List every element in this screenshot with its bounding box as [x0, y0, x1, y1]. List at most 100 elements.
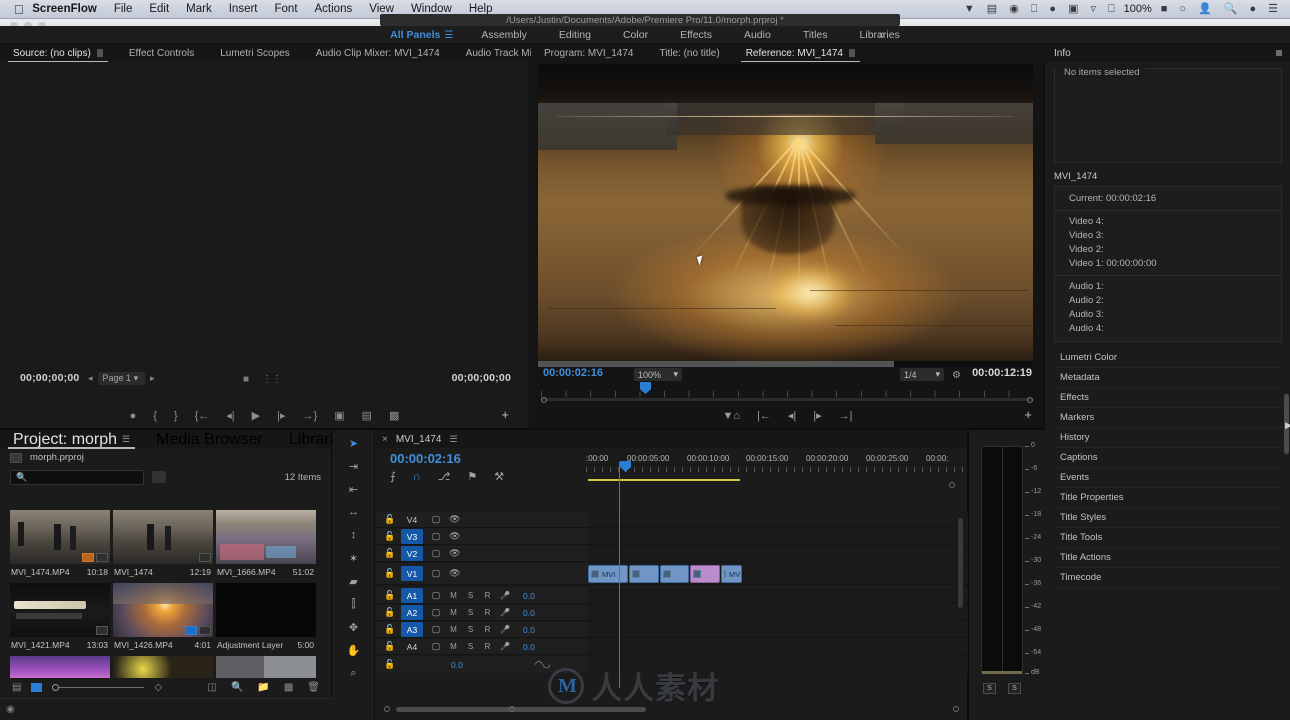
volume-a4[interactable]: 0.0 — [523, 642, 535, 652]
apple-icon[interactable]:  — [14, 3, 24, 16]
program-duration-timecode[interactable]: 00:00:12:19 — [972, 367, 1032, 379]
thumbnail[interactable] — [216, 656, 316, 678]
lock-icon[interactable]: 🔓 — [384, 531, 395, 542]
step-forward-icon[interactable]: |▸ — [277, 409, 285, 422]
panel-title-styles[interactable]: Title Styles — [1054, 508, 1282, 528]
slide-tool[interactable]: ⫿ — [345, 597, 363, 611]
export-frame-icon[interactable]: ▩ — [389, 409, 399, 422]
workspace-all-panels[interactable]: All Panels — [374, 29, 444, 41]
timeline-vertical-scrollbar[interactable] — [958, 518, 963, 608]
microphone-icon[interactable]: 🎤 — [500, 625, 510, 634]
panel-captions[interactable]: Captions — [1054, 448, 1282, 468]
thumbnail[interactable] — [113, 583, 213, 637]
selection-tool[interactable]: ➤ — [345, 436, 363, 450]
hamburger-icon[interactable]: ☰ — [122, 434, 130, 445]
panel-title-properties[interactable]: Title Properties — [1054, 488, 1282, 508]
thumbnail[interactable] — [113, 656, 213, 678]
timeline-horizontal-scrollbar[interactable] — [396, 707, 646, 712]
target-track-icon[interactable]: ▢ — [431, 590, 441, 601]
sequence-tab-label[interactable]: MVI_1474 — [396, 434, 442, 445]
drag-handle-icon[interactable] — [96, 49, 103, 57]
work-area-bar[interactable] — [588, 479, 740, 481]
tab-reference[interactable]: Reference: MVI_1474 — [733, 44, 868, 62]
playback-resolution-select[interactable]: 1/4 ▾ — [900, 368, 944, 381]
timeline-playhead-timecode[interactable]: 00:00:02:16 — [390, 451, 461, 466]
step-back-icon[interactable]: ◂| — [226, 409, 234, 422]
record-button-a2[interactable]: R — [483, 608, 492, 617]
tab-audio-clip-mixer[interactable]: Audio Clip Mixer: MVI_1474 — [303, 44, 453, 62]
menu-file[interactable]: File — [105, 3, 141, 15]
menu-insert[interactable]: Insert — [220, 3, 266, 15]
zoom-level-select[interactable]: 100% ▾ — [634, 368, 682, 381]
hamburger-icon[interactable]: ☰ — [449, 434, 457, 445]
panel-metadata[interactable]: Metadata — [1054, 368, 1282, 388]
lock-icon[interactable]: 🔓 — [384, 659, 395, 670]
mark-out-icon[interactable]: } — [174, 410, 178, 422]
tab-effect-controls[interactable]: Effect Controls — [116, 44, 207, 62]
settings-square-icon[interactable]: ■ — [243, 374, 249, 385]
page-select[interactable]: Page 1 ▾ — [97, 371, 146, 385]
microphone-icon[interactable]: 🎤 — [500, 591, 510, 600]
lock-icon[interactable]: 🔓 — [384, 548, 395, 559]
tab-title[interactable]: Title: (no title) — [647, 44, 733, 62]
program-button-editor-icon[interactable]: + — [1024, 407, 1032, 422]
multicam-icon[interactable]: ⋮⋮ — [262, 374, 282, 385]
workspace-effects[interactable]: Effects — [664, 29, 728, 41]
close-icon[interactable]: × — [382, 434, 388, 445]
menu-actions[interactable]: Actions — [306, 3, 361, 15]
display-icon[interactable]: ▤ — [981, 3, 1003, 15]
workspace-assembly[interactable]: Assembly — [465, 29, 543, 41]
project-item[interactable]: MVI_1474 12:19 — [113, 510, 215, 583]
panel-timecode[interactable]: Timecode — [1054, 568, 1282, 588]
user-icon[interactable]: 👤 — [1192, 3, 1218, 15]
lock-icon[interactable]: 🔓 — [384, 607, 395, 618]
menu-font[interactable]: Font — [266, 3, 306, 15]
workspace-color[interactable]: Color — [607, 29, 664, 41]
solo-button-a1[interactable]: S — [466, 591, 475, 600]
overwrite-icon[interactable]: ▤ — [362, 409, 372, 422]
solo-button-a2[interactable]: S — [466, 608, 475, 617]
master-volume[interactable]: 0.0 — [451, 660, 463, 670]
program-monitor-video[interactable] — [538, 64, 1033, 361]
rate-stretch-tool[interactable]: ↕ — [345, 528, 363, 542]
tab-lumetri-scopes[interactable]: Lumetri Scopes — [207, 44, 302, 62]
microphone-icon[interactable]: 🎤 — [500, 642, 510, 651]
mute-button-a1[interactable]: M — [449, 591, 458, 600]
delete-icon[interactable]: 🗑 — [307, 682, 320, 693]
hand-tool[interactable]: ✋ — [345, 643, 363, 657]
tab-media-browser[interactable]: Media Browser — [143, 431, 276, 449]
panel-title-actions[interactable]: Title Actions — [1054, 548, 1282, 568]
slip-tool[interactable]: ▰ — [345, 574, 363, 588]
record-button-a3[interactable]: R — [483, 625, 492, 634]
insert-overwrite-icon[interactable]: ⨍ — [390, 470, 396, 483]
track-name-a1[interactable]: A1 — [401, 588, 423, 603]
clip-2[interactable] — [629, 565, 659, 583]
wifi-icon[interactable]: ▿ — [1084, 3, 1102, 15]
source-current-timecode[interactable]: 00;00;00;00 — [20, 372, 79, 384]
project-item[interactable]: MVI_1421.MP4 13:03 — [10, 583, 112, 656]
zoom-in-dot[interactable] — [509, 706, 515, 712]
tab-project[interactable]: Project: morph ☰ — [0, 431, 143, 449]
lift-extract-icon[interactable]: ▼⌂ — [722, 410, 740, 422]
razor-tool[interactable]: ✶ — [345, 551, 363, 565]
microphone-icon[interactable]: 🎤 — [500, 608, 510, 617]
program-current-timecode[interactable]: 00:00:02:16 — [543, 367, 603, 379]
zoom-slider[interactable] — [52, 683, 145, 692]
mute-button-a4[interactable]: M — [449, 642, 458, 651]
go-to-in-icon[interactable]: |← — [757, 410, 771, 422]
track-body-a3[interactable] — [588, 622, 968, 637]
project-item[interactable]: MVI_1666.MP4 51:02 — [216, 510, 318, 583]
target-track-icon[interactable]: ▢ — [431, 641, 441, 652]
target-track-icon[interactable]: ▢ — [431, 568, 441, 579]
track-name-v4[interactable]: V4 — [401, 512, 423, 527]
source-button-editor-icon[interactable]: + — [501, 407, 509, 422]
clip-4[interactable] — [690, 565, 720, 583]
panel-effects[interactable]: Effects — [1054, 388, 1282, 408]
lock-icon[interactable]: 🔓 — [384, 624, 395, 635]
track-body-a4[interactable] — [588, 639, 968, 654]
ripple-edit-tool[interactable]: ⇤ — [345, 482, 363, 496]
thumbnail[interactable] — [113, 510, 213, 564]
track-name-v3[interactable]: V3 — [401, 529, 423, 544]
thumbnail[interactable] — [216, 510, 316, 564]
clip-1[interactable]: MVI — [588, 565, 628, 583]
